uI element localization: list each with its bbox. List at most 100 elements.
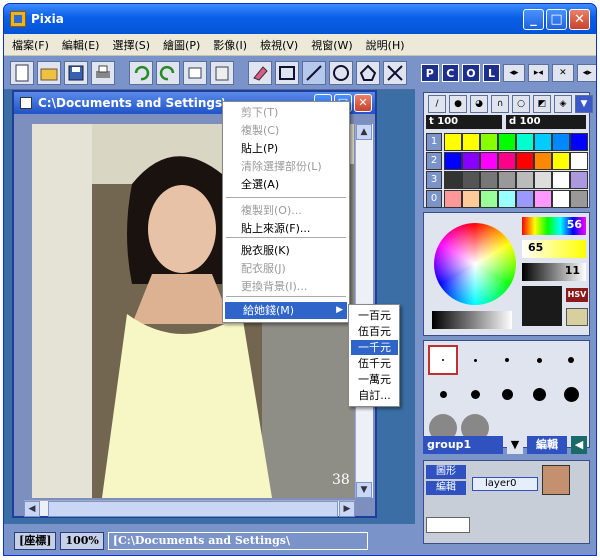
layer-thumbnail[interactable] xyxy=(542,465,570,495)
undo-icon[interactable] xyxy=(129,60,153,85)
submenu-item[interactable]: 一百元 xyxy=(351,308,398,323)
menu-image[interactable]: 影像(I) xyxy=(213,37,247,53)
folder-icon[interactable] xyxy=(566,308,588,326)
submenu-item[interactable]: 一萬元 xyxy=(351,372,398,387)
context-menu-item[interactable]: 清除選擇部份(L) xyxy=(241,158,322,175)
context-menu-item[interactable]: 給她錢(M) ▶ xyxy=(225,302,347,319)
palette-swatch[interactable] xyxy=(462,171,480,189)
gray-slider[interactable] xyxy=(432,311,512,329)
color-wheel[interactable] xyxy=(434,223,516,305)
save-icon[interactable] xyxy=(64,60,88,85)
ellipse-tool-icon[interactable] xyxy=(329,60,353,85)
close-panel-icon[interactable]: ✕ xyxy=(552,64,574,82)
dropdown-icon[interactable]: ▼ xyxy=(575,95,593,113)
palette-swatch[interactable] xyxy=(570,152,588,170)
palette-swatch[interactable] xyxy=(516,171,534,189)
sat-slider[interactable]: 65 xyxy=(522,240,586,258)
menu-draw[interactable]: 繪圖(P) xyxy=(163,37,200,53)
palette-row-label[interactable]: 1 xyxy=(426,133,442,151)
circle-icon[interactable]: ○ xyxy=(512,95,530,113)
menu-select[interactable]: 選擇(S) xyxy=(112,37,150,53)
menu-help[interactable]: 說明(H) xyxy=(366,37,405,53)
menu-window[interactable]: 視窗(W) xyxy=(311,37,352,53)
palette-swatch[interactable] xyxy=(480,152,498,170)
context-menu-item[interactable]: 複製到(O)... xyxy=(241,202,302,219)
palette-swatch[interactable] xyxy=(570,133,588,151)
palette-swatch[interactable] xyxy=(480,190,498,208)
context-menu-item[interactable]: 貼上來源(F)... xyxy=(241,220,310,237)
palette-swatch[interactable] xyxy=(444,152,462,170)
palette-swatch[interactable] xyxy=(534,171,552,189)
layer-edit-button[interactable]: 編輯 xyxy=(426,481,466,495)
palette-swatch[interactable] xyxy=(516,190,534,208)
context-menu-item[interactable]: 配衣服(J) xyxy=(241,260,286,277)
cross-tool-icon[interactable] xyxy=(383,60,407,85)
palette-swatch[interactable] xyxy=(498,171,516,189)
submenu-item[interactable]: 伍千元 xyxy=(351,356,398,371)
palette-swatch[interactable] xyxy=(552,190,570,208)
paste-icon[interactable] xyxy=(210,60,234,85)
l-button[interactable]: L xyxy=(482,64,501,82)
context-menu-item[interactable]: 剪下(T) xyxy=(241,104,278,121)
brush-preset[interactable] xyxy=(524,345,554,375)
scroll-left-icon[interactable]: ◀ xyxy=(24,501,40,517)
d-field[interactable]: d 100 xyxy=(506,115,586,129)
open-folder-icon[interactable] xyxy=(37,60,61,85)
menu-file[interactable]: 檔案(F) xyxy=(12,37,49,53)
title-bar[interactable]: Pixia _ □ ✕ xyxy=(4,4,596,34)
brush-preset[interactable] xyxy=(524,379,554,409)
menu-view[interactable]: 檢視(V) xyxy=(260,37,298,53)
dot-icon[interactable]: ● xyxy=(449,95,467,113)
bucket-icon[interactable]: ◈ xyxy=(554,95,572,113)
brush-preset[interactable] xyxy=(492,379,522,409)
palette-swatch[interactable] xyxy=(552,133,570,151)
brush-preset[interactable] xyxy=(492,345,522,375)
fill-icon[interactable]: ◩ xyxy=(533,95,551,113)
palette-swatch[interactable] xyxy=(498,133,516,151)
palette-swatch[interactable] xyxy=(534,152,552,170)
rectangle-tool-icon[interactable] xyxy=(275,60,299,85)
palette-swatch[interactable] xyxy=(444,171,462,189)
minimize-button[interactable]: _ xyxy=(523,9,544,30)
palette-swatch[interactable] xyxy=(570,171,588,189)
palette-swatch[interactable] xyxy=(444,133,462,151)
eraser-icon[interactable] xyxy=(248,60,272,85)
palette-swatch[interactable] xyxy=(462,133,480,151)
blob-icon[interactable]: ◕ xyxy=(470,95,488,113)
context-menu-item[interactable]: 複製(C) xyxy=(241,122,279,139)
brush-preset[interactable] xyxy=(556,379,586,409)
shrink-icon[interactable]: ▸◂ xyxy=(527,64,550,82)
horizontal-scrollbar[interactable]: ◀ ▶ xyxy=(24,500,355,517)
context-menu-item[interactable]: 全選(A) xyxy=(241,176,279,193)
print-icon[interactable] xyxy=(91,60,115,85)
palette-swatch[interactable] xyxy=(462,152,480,170)
menu-edit[interactable]: 編輯(E) xyxy=(62,37,100,53)
palette-row-label[interactable]: 0 xyxy=(426,190,442,208)
brush-preset[interactable] xyxy=(460,345,490,375)
brush-preset[interactable] xyxy=(428,345,458,375)
palette-swatch[interactable] xyxy=(498,152,516,170)
group-dropdown-icon[interactable]: ▼ xyxy=(507,436,523,454)
submenu-item[interactable]: 伍百元 xyxy=(351,324,398,339)
doc-close-button[interactable]: ✕ xyxy=(354,94,372,112)
maximize-button[interactable]: □ xyxy=(546,9,567,30)
toggle-icon[interactable]: ◂▸ xyxy=(576,64,596,82)
t-field[interactable]: t 100 xyxy=(426,115,502,129)
brush-preset[interactable] xyxy=(428,379,458,409)
group-arrow-icon[interactable]: ◀ xyxy=(571,436,587,454)
context-menu-item[interactable]: 貼上(P) xyxy=(241,140,278,157)
shape-button[interactable]: 圖形 xyxy=(426,465,466,479)
palette-swatch[interactable] xyxy=(552,152,570,170)
context-menu-item[interactable]: 更換背景(I)... xyxy=(241,278,307,295)
expand-icon[interactable]: ◂▸ xyxy=(503,64,525,82)
lasso-icon[interactable]: ∩ xyxy=(491,95,509,113)
brush-preset[interactable] xyxy=(556,345,586,375)
context-menu-item[interactable]: 脫衣服(K) xyxy=(241,242,290,259)
redo-icon[interactable] xyxy=(156,60,180,85)
o-button[interactable]: O xyxy=(462,64,480,82)
scroll-thumb[interactable] xyxy=(48,501,338,517)
palette-swatch[interactable] xyxy=(552,171,570,189)
line-tool-icon[interactable] xyxy=(302,60,326,85)
palette-swatch[interactable] xyxy=(462,190,480,208)
new-file-icon[interactable] xyxy=(10,60,34,85)
